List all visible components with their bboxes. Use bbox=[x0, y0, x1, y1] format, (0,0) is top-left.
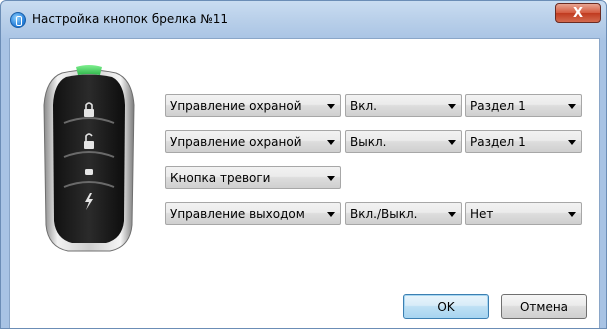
row4-target-select[interactable]: Нет bbox=[465, 202, 582, 225]
row2-action-select[interactable]: Выкл. bbox=[345, 130, 462, 153]
row2-function-select[interactable]: Управление охраной bbox=[165, 130, 341, 153]
title-bar[interactable]: Настройка кнопок брелка №11 X bbox=[1, 1, 606, 39]
dialog-content: Управление охраной Вкл. Раздел 1 Управле… bbox=[9, 38, 600, 328]
chevron-down-icon bbox=[568, 140, 576, 145]
keyfob-led bbox=[76, 65, 102, 75]
app-info-icon bbox=[10, 12, 26, 28]
chevron-down-icon bbox=[448, 104, 456, 109]
row4-function-select[interactable]: Управление выходом bbox=[165, 202, 341, 225]
chevron-down-icon bbox=[448, 212, 456, 217]
row3-function-select[interactable]: Кнопка тревоги bbox=[165, 166, 341, 189]
chevron-down-icon bbox=[327, 176, 335, 181]
alarm-icon bbox=[85, 169, 93, 175]
chevron-down-icon bbox=[568, 212, 576, 217]
row1-action-select[interactable]: Вкл. bbox=[345, 94, 462, 117]
chevron-down-icon bbox=[327, 140, 335, 145]
dialog-window: Настройка кнопок брелка №11 X Управление… bbox=[0, 0, 607, 329]
chevron-down-icon bbox=[327, 104, 335, 109]
row2-target-select[interactable]: Раздел 1 bbox=[465, 130, 582, 153]
row1-target-select[interactable]: Раздел 1 bbox=[465, 94, 582, 117]
keyfob-image bbox=[43, 65, 135, 252]
chevron-down-icon bbox=[568, 104, 576, 109]
row1-function-select[interactable]: Управление охраной bbox=[165, 94, 341, 117]
close-button[interactable]: X bbox=[555, 3, 601, 23]
window-title: Настройка кнопок брелка №11 bbox=[32, 12, 229, 26]
ok-button[interactable]: OK bbox=[403, 294, 489, 319]
row4-action-select[interactable]: Вкл./Выкл. bbox=[345, 202, 462, 225]
close-icon: X bbox=[572, 5, 584, 21]
cancel-button[interactable]: Отмена bbox=[501, 294, 587, 319]
chevron-down-icon bbox=[327, 212, 335, 217]
chevron-down-icon bbox=[448, 140, 456, 145]
